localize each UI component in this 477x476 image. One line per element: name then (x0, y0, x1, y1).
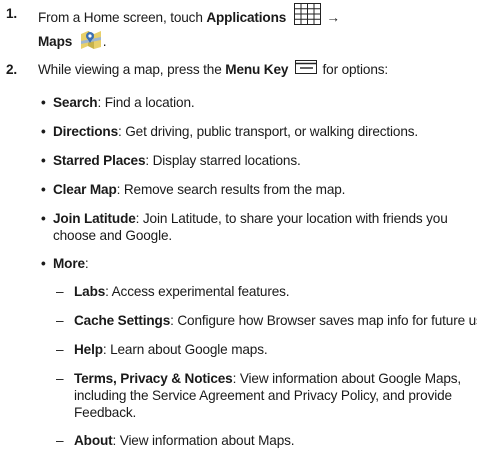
option-desc-line2: choose and Google. (53, 228, 172, 243)
step-number: 1. (6, 6, 18, 21)
dash: – (56, 342, 64, 357)
option-desc: : (84, 256, 89, 271)
option-name: Clear Map (53, 182, 117, 197)
sub-item-name: About (74, 433, 113, 448)
sub-item-desc: : Configure how Browser saves map info f… (170, 313, 477, 328)
sub-item-desc-line2: including the Service Agreement and Priv… (74, 388, 452, 403)
option-desc: : Get driving, public transport, or walk… (117, 124, 418, 139)
period: . (102, 34, 107, 50)
bullet: • (41, 256, 46, 271)
dash: – (56, 371, 64, 386)
bullet: • (41, 211, 46, 226)
instructions-page: 1. From a Home screen, touch Application… (0, 0, 477, 476)
option-desc: : Find a location. (97, 95, 195, 110)
menu-key-label: Menu Key (225, 62, 289, 78)
sub-item-desc: : Learn about Google maps. (102, 342, 268, 357)
dash: – (56, 433, 64, 448)
sub-item-name: Terms, Privacy & Notices (74, 371, 233, 386)
option-desc: : Join Latitude, to share your location … (135, 211, 448, 226)
option-desc: : Display starred locations. (145, 153, 301, 168)
step-intro: While viewing a map, press the (38, 62, 226, 78)
sub-item-desc-line3: Feedback. (74, 405, 137, 420)
step-outro: for options: (318, 62, 389, 78)
option-name: Directions (53, 124, 118, 139)
step-text-line2: Maps . (38, 28, 107, 55)
step-intro: From a Home screen, touch (38, 10, 207, 26)
dash: – (56, 284, 64, 299)
maps-app-icon (79, 28, 103, 53)
arrow-symbol: → (326, 10, 340, 26)
sub-item-name: Labs (74, 284, 106, 299)
sub-item-desc: : View information about Maps. (112, 433, 295, 448)
option-name: Join Latitude (53, 211, 136, 226)
applications-label: Applications (206, 10, 287, 26)
sub-item-desc: : View information about Google Maps, (232, 371, 462, 386)
sub-item-name: Cache Settings (74, 313, 171, 328)
maps-label: Maps (38, 34, 73, 50)
option-desc: : Remove search results from the map. (116, 182, 346, 197)
option-name: Starred Places (53, 153, 146, 168)
dash: – (56, 313, 64, 328)
bullet: • (41, 124, 46, 139)
option-name: Search (53, 95, 98, 110)
option-name: More (53, 256, 85, 271)
grid-icon (293, 3, 321, 28)
step-text: While viewing a map, press the Menu Key … (38, 60, 389, 79)
menu-key-icon (294, 60, 317, 77)
bullet: • (41, 153, 46, 168)
sub-item-desc: : Access experimental features. (105, 284, 290, 299)
sub-item-name: Help (74, 342, 103, 357)
bullet: • (41, 182, 46, 197)
step-number: 2. (6, 62, 18, 77)
bullet: • (41, 95, 46, 110)
